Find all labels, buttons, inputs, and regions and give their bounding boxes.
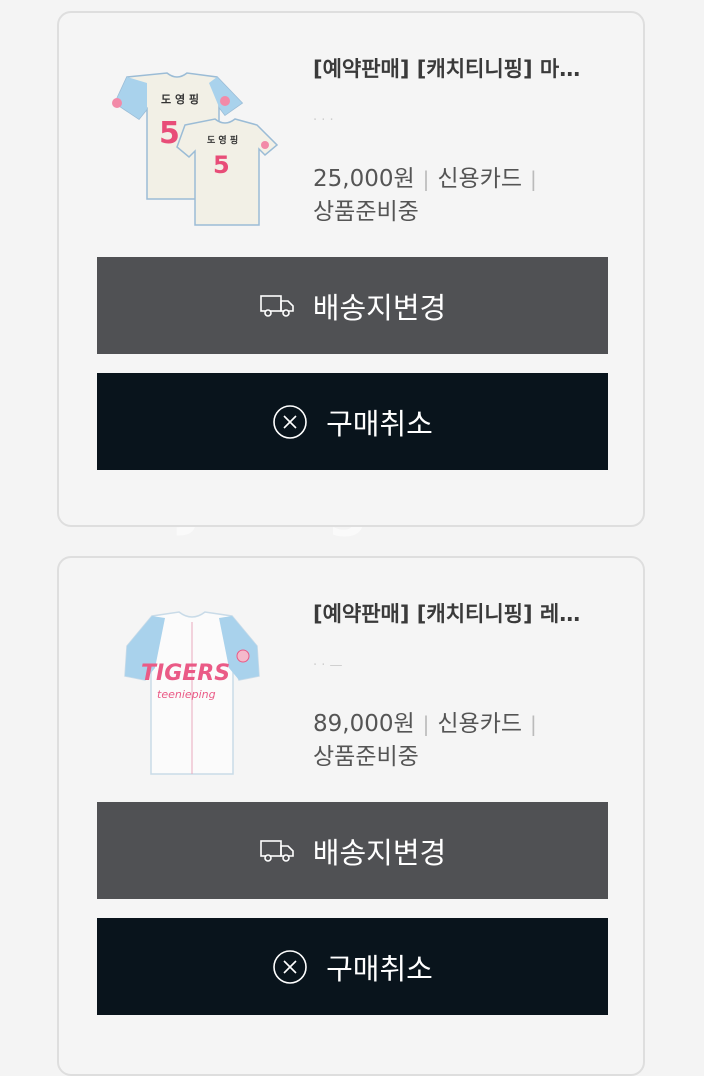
jersey-text: TIGERS bbox=[141, 661, 230, 686]
change-address-button[interactable]: 배송지변경 bbox=[97, 802, 608, 899]
jersey-script: teenieping bbox=[157, 688, 216, 701]
change-address-label: 배송지변경 bbox=[312, 835, 447, 870]
close-circle-icon bbox=[273, 404, 307, 439]
order-meta: 89,000원 | 신용카드 | 상품준비중 bbox=[313, 708, 545, 774]
product-thumbnail[interactable]: 도 영 핑 5 도 영 핑 5 bbox=[97, 63, 287, 233]
truck-icon bbox=[259, 839, 294, 862]
order-card: 도 영 핑 5 도 영 핑 5 [예약판매] [캐치티니핑] 마… · · · … bbox=[57, 11, 645, 527]
cancel-order-button[interactable]: 구매취소 bbox=[97, 373, 608, 470]
product-thumbnail[interactable]: TIGERS teenieping bbox=[97, 608, 287, 778]
cancel-order-label: 구매취소 bbox=[326, 951, 433, 986]
order-status: 상품준비중 bbox=[313, 744, 419, 770]
change-address-label: 배송지변경 bbox=[312, 290, 447, 325]
cancel-order-button[interactable]: 구매취소 bbox=[97, 918, 608, 1015]
order-meta: 25,000원 | 신용카드 | 상품준비중 bbox=[313, 163, 545, 229]
product-option: · · · bbox=[313, 113, 334, 128]
change-address-button[interactable]: 배송지변경 bbox=[97, 257, 608, 354]
order-status: 상품준비중 bbox=[313, 199, 419, 225]
price: 25,000원 bbox=[313, 166, 415, 192]
payment-method: 신용카드 bbox=[437, 711, 523, 737]
close-circle-icon bbox=[273, 949, 307, 984]
order-card: TIGERS teenieping [예약판매] [캐치티니핑] 레… · · … bbox=[57, 556, 645, 1076]
product-title[interactable]: [예약판매] [캐치티니핑] 레… bbox=[313, 598, 613, 628]
svg-text:5: 5 bbox=[213, 151, 230, 179]
price: 89,000원 bbox=[313, 711, 415, 737]
truck-icon bbox=[259, 294, 294, 317]
product-title[interactable]: [예약판매] [캐치티니핑] 마… bbox=[313, 53, 613, 83]
jersey-name: 도 영 핑 bbox=[161, 92, 199, 106]
svg-text:도 영 핑: 도 영 핑 bbox=[207, 134, 238, 146]
payment-method: 신용카드 bbox=[437, 166, 523, 192]
product-option: · · — bbox=[313, 658, 343, 673]
cancel-order-label: 구매취소 bbox=[326, 406, 433, 441]
